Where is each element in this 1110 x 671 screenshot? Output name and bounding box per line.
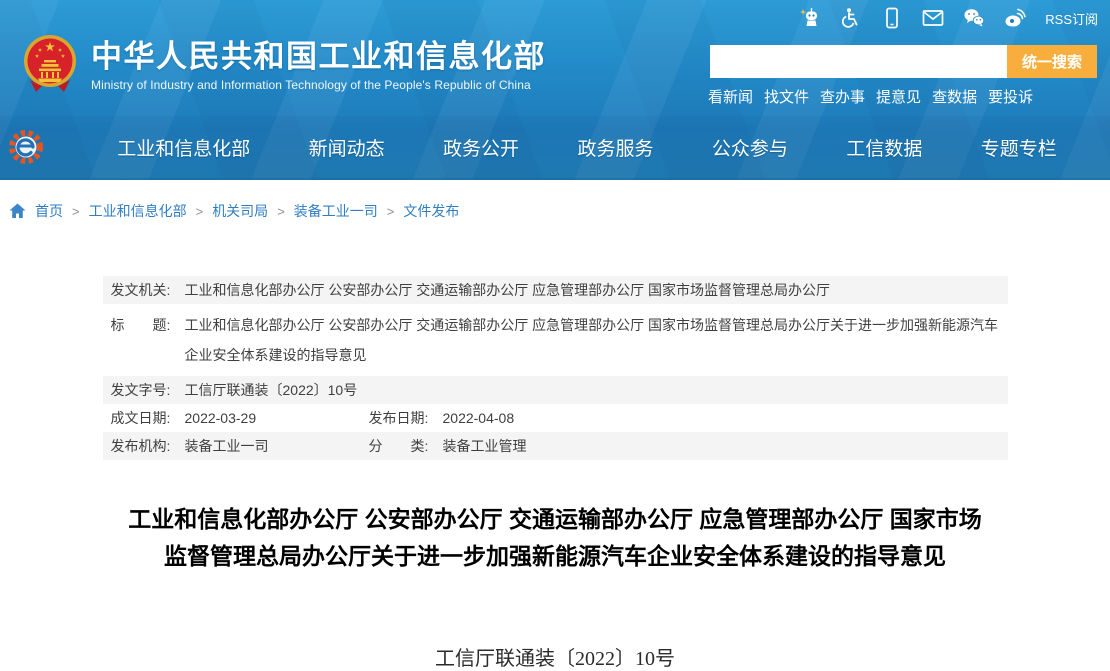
- miit-gear-logo-icon[interactable]: [8, 129, 44, 165]
- meta-pair-category: 分 类: 装备工业管理: [369, 436, 527, 456]
- article-title-line2: 监督管理总局办公厅关于进一步加强新能源汽车企业安全体系建设的指导意见: [0, 538, 1110, 575]
- meta-label-publisher: 发布机构:: [111, 436, 177, 456]
- meta-pair-written-date: 成文日期: 2022-03-29: [111, 408, 369, 428]
- nav-item-special-topics[interactable]: 专题专栏: [981, 134, 1057, 161]
- unified-search-button[interactable]: 统一搜索: [1007, 45, 1097, 78]
- nav-item-news[interactable]: 新闻动态: [309, 134, 385, 161]
- meta-row-title: 标 题: 工业和信息化部办公厅 公安部办公厅 交通运输部办公厅 应急管理部办公厅…: [103, 304, 1008, 376]
- meta-row-dates: 成文日期: 2022-03-29 发布日期: 2022-04-08: [103, 404, 1008, 432]
- meta-value-publish-date: 2022-04-08: [443, 408, 515, 428]
- meta-label-title: 标 题:: [111, 310, 177, 340]
- search-input[interactable]: [710, 45, 1007, 78]
- quick-link-complaint[interactable]: 要投诉: [988, 86, 1033, 107]
- breadcrumb-separator: >: [72, 204, 80, 219]
- meta-value-publisher: 装备工业一司: [185, 436, 369, 456]
- search-bar: 统一搜索: [710, 45, 1097, 78]
- quick-link-services[interactable]: 查办事: [820, 86, 865, 107]
- site-title: 中华人民共和国工业和信息化部: [91, 39, 546, 75]
- main-nav: 工业和信息化部 新闻动态 政务公开 政务服务 公众参与 工信数据 专题专栏: [0, 116, 1110, 180]
- brand-text: 中华人民共和国工业和信息化部 Ministry of Industry and …: [91, 39, 546, 92]
- meta-label-issuer: 发文机关:: [111, 280, 177, 300]
- nav-item-miit[interactable]: 工业和信息化部: [117, 134, 250, 161]
- breadcrumb: 首页 > 工业和信息化部 > 机关司局 > 装备工业一司 > 文件发布: [0, 180, 1110, 221]
- nav-item-gov-services[interactable]: 政务服务: [577, 134, 653, 161]
- site-header: RSS订阅 中华人民共和国工业和信息化部 Min: [0, 0, 1110, 180]
- article-title: 工业和信息化部办公厅 公安部办公厅 交通运输部办公厅 应急管理部办公厅 国家市场…: [0, 501, 1110, 575]
- home-icon[interactable]: [9, 203, 26, 219]
- nav-item-industry-data[interactable]: 工信数据: [846, 134, 922, 161]
- site-brand[interactable]: 中华人民共和国工业和信息化部 Ministry of Industry and …: [22, 34, 546, 96]
- article-doc-number: 工信厅联通装〔2022〕10号: [0, 642, 1110, 671]
- rss-subscribe-link[interactable]: RSS订阅: [1045, 9, 1098, 28]
- quick-link-data[interactable]: 查数据: [932, 86, 977, 107]
- quick-link-news[interactable]: 看新闻: [708, 86, 753, 107]
- breadcrumb-separator: >: [387, 204, 395, 219]
- quick-link-files[interactable]: 找文件: [764, 86, 809, 107]
- mobile-icon[interactable]: [881, 7, 903, 29]
- breadcrumb-item-miit[interactable]: 工业和信息化部: [89, 201, 187, 221]
- breadcrumb-item-equipment-dept[interactable]: 装备工业一司: [294, 201, 378, 221]
- mail-icon[interactable]: [922, 7, 944, 29]
- document-meta-table: 发文机关: 工业和信息化部办公厅 公安部办公厅 交通运输部办公厅 应急管理部办公…: [103, 276, 1008, 460]
- wechat-icon[interactable]: [963, 7, 985, 29]
- meta-value-issuer: 工业和信息化部办公厅 公安部办公厅 交通运输部办公厅 应急管理部办公厅 国家市场…: [185, 280, 1000, 300]
- accessibility-icon[interactable]: [840, 7, 862, 29]
- nav-item-public-participation[interactable]: 公众参与: [712, 134, 788, 161]
- nav-item-gov-disclosure[interactable]: 政务公开: [443, 134, 519, 161]
- breadcrumb-separator: >: [277, 204, 285, 219]
- breadcrumb-item-departments[interactable]: 机关司局: [212, 201, 268, 221]
- quick-links: 看新闻 找文件 查办事 提意见 查数据 要投诉: [708, 86, 1033, 107]
- meta-label-doc-number: 发文字号:: [111, 380, 177, 400]
- meta-value-title: 工业和信息化部办公厅 公安部办公厅 交通运输部办公厅 应急管理部办公厅 国家市场…: [185, 310, 1000, 370]
- meta-pair-publisher: 发布机构: 装备工业一司: [111, 436, 369, 456]
- nav-items: 工业和信息化部 新闻动态 政务公开 政务服务 公众参与 工信数据 专题专栏: [44, 134, 1110, 161]
- national-emblem-icon: [22, 34, 78, 96]
- meta-row-publisher: 发布机构: 装备工业一司 分 类: 装备工业管理: [103, 432, 1008, 460]
- meta-value-doc-number: 工信厅联通装〔2022〕10号: [185, 380, 1000, 400]
- weibo-icon[interactable]: [1004, 7, 1026, 29]
- meta-value-written-date: 2022-03-29: [185, 408, 369, 428]
- meta-row-doc-number: 发文字号: 工信厅联通装〔2022〕10号: [103, 376, 1008, 404]
- meta-value-category: 装备工业管理: [443, 436, 527, 456]
- meta-label-written-date: 成文日期:: [111, 408, 177, 428]
- meta-row-issuer: 发文机关: 工业和信息化部办公厅 公安部办公厅 交通运输部办公厅 应急管理部办公…: [103, 276, 1008, 304]
- breadcrumb-item-home[interactable]: 首页: [35, 201, 63, 221]
- article-title-line1: 工业和信息化部办公厅 公安部办公厅 交通运输部办公厅 应急管理部办公厅 国家市场: [0, 501, 1110, 538]
- meta-label-category: 分 类:: [369, 436, 435, 456]
- topbar: RSS订阅: [799, 7, 1098, 29]
- mascot-icon[interactable]: [799, 7, 821, 29]
- breadcrumb-item-document-release[interactable]: 文件发布: [403, 201, 459, 221]
- quick-link-feedback[interactable]: 提意见: [876, 86, 921, 107]
- meta-pair-publish-date: 发布日期: 2022-04-08: [369, 408, 515, 428]
- breadcrumb-separator: >: [196, 204, 204, 219]
- meta-label-publish-date: 发布日期:: [369, 408, 435, 428]
- site-subtitle: Ministry of Industry and Information Tec…: [91, 78, 546, 92]
